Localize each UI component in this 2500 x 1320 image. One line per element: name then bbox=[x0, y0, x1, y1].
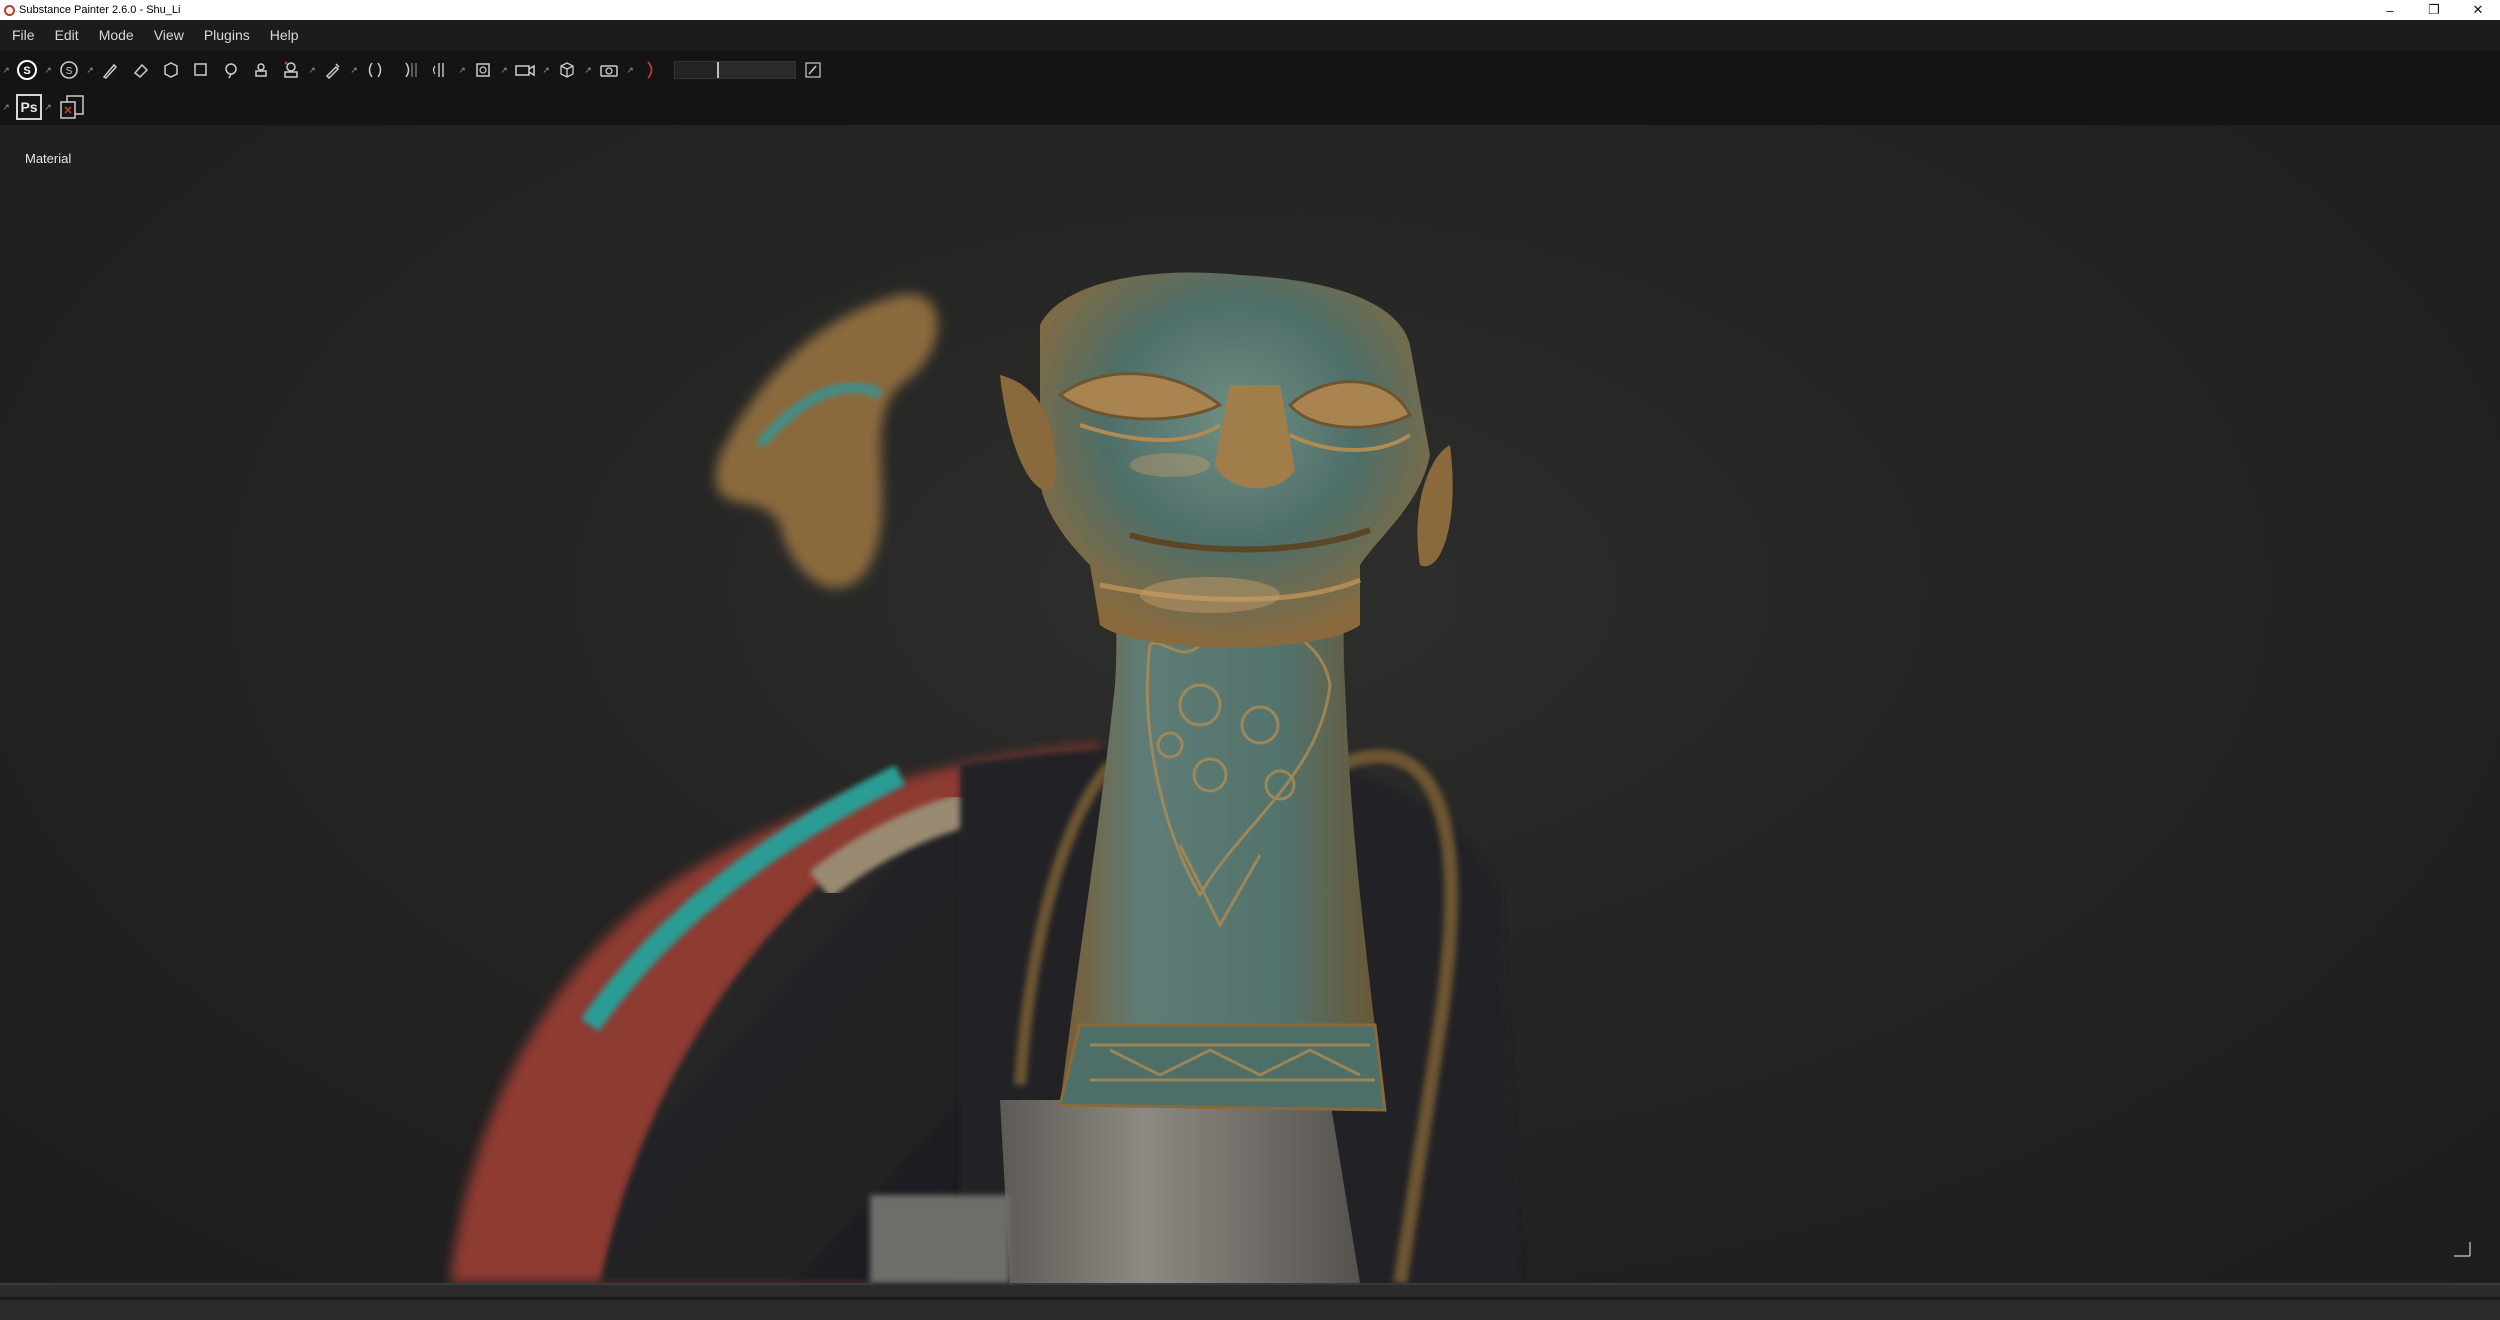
edit-pencil-icon[interactable] bbox=[798, 55, 828, 85]
popout-icon[interactable]: ↗ bbox=[42, 92, 54, 122]
minimize-button[interactable]: – bbox=[2368, 0, 2412, 20]
panel-divider bbox=[0, 1297, 2500, 1300]
polygon-fill-icon[interactable] bbox=[186, 55, 216, 85]
paint-brush-icon[interactable] bbox=[96, 55, 126, 85]
svg-text:S: S bbox=[23, 65, 30, 77]
projection-icon[interactable] bbox=[156, 55, 186, 85]
bottom-panel-strip bbox=[0, 1283, 2500, 1320]
cube-view-icon[interactable] bbox=[552, 55, 582, 85]
main-toolbar: ↗ S ↗ S ↗ ↗ ↗ ↗ ↗ ↗ ↗ ↗ bbox=[0, 51, 2500, 89]
close-button[interactable]: ✕ bbox=[2456, 0, 2500, 20]
window-controls: – ❐ ✕ bbox=[2368, 0, 2500, 20]
substance-circle-icon[interactable]: S bbox=[54, 55, 84, 85]
menu-bar: File Edit Mode View Plugins Help bbox=[0, 20, 2500, 51]
brush-size-icon[interactable] bbox=[636, 55, 666, 85]
menu-help[interactable]: Help bbox=[260, 20, 309, 51]
display-settings-icon[interactable] bbox=[468, 55, 498, 85]
brush-size-slider[interactable] bbox=[674, 61, 796, 79]
photoshop-export-button[interactable]: Ps bbox=[16, 94, 42, 120]
popout-icon[interactable]: ↗ bbox=[498, 55, 510, 85]
popout-icon[interactable]: ↗ bbox=[348, 55, 360, 85]
color-picker-icon[interactable] bbox=[318, 55, 348, 85]
viewport-render bbox=[450, 272, 1520, 1283]
app-logo-icon bbox=[4, 4, 15, 16]
popout-icon[interactable]: ↗ bbox=[0, 55, 12, 85]
camera-icon[interactable] bbox=[510, 55, 540, 85]
eraser-icon[interactable] bbox=[126, 55, 156, 85]
screenshot-icon[interactable] bbox=[594, 55, 624, 85]
popout-icon[interactable]: ↗ bbox=[540, 55, 552, 85]
popout-icon[interactable]: ↗ bbox=[456, 55, 468, 85]
menu-edit[interactable]: Edit bbox=[45, 20, 89, 51]
popout-icon[interactable]: ↗ bbox=[306, 55, 318, 85]
menu-plugins[interactable]: Plugins bbox=[194, 20, 260, 51]
popout-icon[interactable]: ↗ bbox=[84, 55, 96, 85]
title-bar: Substance Painter 2.6.0 - Shu_Li – ❐ ✕ bbox=[0, 0, 2500, 20]
menu-mode[interactable]: Mode bbox=[89, 20, 144, 51]
popout-icon[interactable]: ↗ bbox=[42, 55, 54, 85]
menu-view[interactable]: View bbox=[144, 20, 194, 51]
brush-size-slider-fill bbox=[675, 62, 719, 78]
substance-logo-icon[interactable]: S bbox=[12, 55, 42, 85]
svg-text:S: S bbox=[66, 66, 73, 77]
secondary-toolbar: ↗ Ps ↗ bbox=[0, 89, 2500, 125]
popout-icon[interactable]: ↗ bbox=[624, 55, 636, 85]
mirror-axis-icon[interactable] bbox=[426, 55, 456, 85]
popout-icon[interactable]: ↗ bbox=[582, 55, 594, 85]
window-title: Substance Painter 2.6.0 - Shu_Li bbox=[19, 4, 181, 16]
viewport-3d[interactable]: Material bbox=[0, 125, 2500, 1283]
menu-file[interactable]: File bbox=[0, 20, 45, 51]
clone-icon[interactable] bbox=[246, 55, 276, 85]
smudge-icon[interactable] bbox=[216, 55, 246, 85]
material-picker-icon[interactable] bbox=[276, 55, 306, 85]
export-textures-icon[interactable] bbox=[58, 93, 86, 121]
popout-icon[interactable]: ↗ bbox=[0, 92, 12, 122]
restore-button[interactable]: ❐ bbox=[2412, 0, 2456, 20]
mirror-icon[interactable] bbox=[396, 55, 426, 85]
symmetry-icon[interactable] bbox=[360, 55, 390, 85]
axis-gizmo-icon bbox=[2450, 1240, 2480, 1263]
channel-label: Material bbox=[25, 151, 72, 166]
